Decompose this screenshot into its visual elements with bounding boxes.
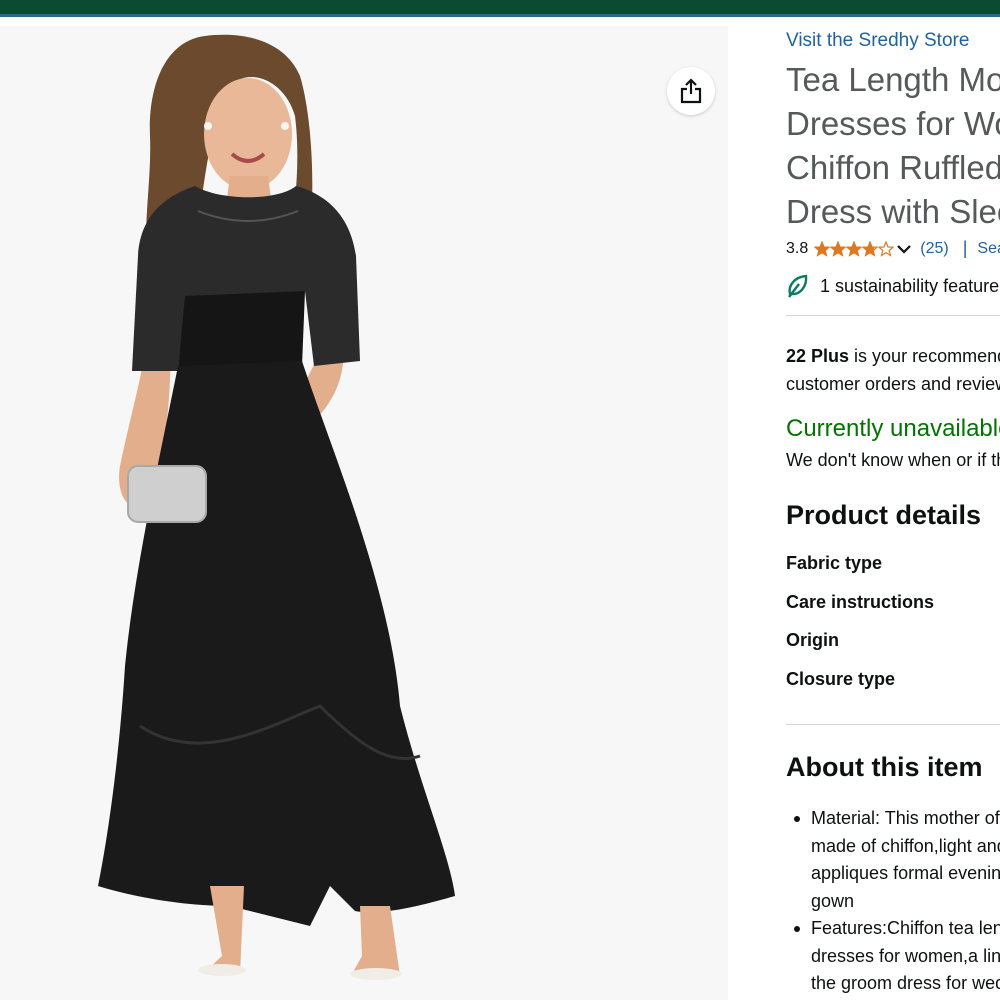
bullet-line: gown: [811, 890, 855, 911]
earring-right: [281, 122, 289, 130]
bullet-line: dresses for women,a line mother of: [811, 945, 1000, 966]
product-details-heading: Product details: [786, 500, 982, 530]
bullet-line: appliques formal evening dresses a line: [811, 863, 1000, 883]
top-nav-underline: [0, 14, 1000, 17]
model-right-leg: [352, 906, 400, 976]
product-title: Tea Length Mother of the Bride Dresses f…: [786, 58, 1000, 234]
star-icon: [862, 240, 879, 257]
product-title-line: Dress with Sleeves: [786, 193, 1000, 230]
earring-left: [204, 122, 212, 130]
share-icon: [680, 78, 702, 104]
size-recommendation: 22 Plus is your recommended size custome…: [786, 342, 1000, 398]
star-rating[interactable]: [814, 240, 895, 257]
recommended-size: 22 Plus: [786, 346, 850, 366]
rating-value: 3.8: [786, 239, 809, 257]
clutch-bag: [127, 465, 207, 523]
product-title-line: Dresses for Women Lace: [786, 105, 1000, 142]
leaf-icon: [786, 274, 808, 298]
list-item: Features:Chiffon tea length mother of th…: [786, 915, 1000, 998]
share-button[interactable]: [667, 67, 715, 115]
product-image[interactable]: [0, 26, 728, 1000]
model-face: [204, 78, 292, 190]
bullet-line: Material: This mother of the bride dress…: [811, 808, 1000, 828]
availability-status: Currently unavailable.: [786, 415, 1000, 442]
detail-label-fabric-type: Fabric type: [786, 553, 883, 573]
star-icon: [830, 240, 847, 257]
product-title-line: Chiffon Ruffled Formal Evening: [786, 149, 1000, 186]
visit-store-link[interactable]: Visit the Sredhy Store: [786, 30, 969, 52]
rating-row: 3.8 (25) | Search this page: [786, 238, 1000, 259]
bullet-line: Features:Chiffon tea length mother of th…: [811, 918, 1000, 938]
recommendation-text-line2: customer orders and reviews: [786, 374, 1000, 394]
detail-label-origin: Origin: [786, 630, 839, 651]
left-shoe: [198, 964, 246, 976]
dress-waist: [178, 291, 305, 371]
divider: [786, 724, 1000, 725]
rating-count-link[interactable]: (25): [920, 240, 948, 258]
product-details-list: Fabric type Care instructions Origin Clo…: [786, 553, 934, 708]
product-title-line: Tea Length Mother of the Bride: [786, 61, 1000, 98]
about-item-heading: About this item: [786, 752, 983, 782]
right-shoe: [350, 968, 402, 980]
star-icon: [878, 240, 895, 257]
about-item-list: Material: This mother of the bride dress…: [786, 805, 1000, 998]
divider: [786, 315, 1000, 316]
list-item: Material: This mother of the bride dress…: [786, 805, 1000, 915]
availability-note: We don't know when or if this item will …: [786, 450, 1000, 470]
detail-label-closure-type: Closure type: [786, 669, 896, 690]
chevron-down-icon[interactable]: [896, 243, 912, 255]
search-page-link[interactable]: Search this page: [977, 240, 1000, 258]
bullet-line: made of chiffon,light and soft with lace: [811, 835, 1000, 856]
product-info-column: Visit the Sredhy Store Tea Length Mother…: [786, 26, 1000, 1000]
top-nav-bar: [0, 0, 1000, 14]
product-image-panel[interactable]: [0, 26, 728, 1000]
rating-separator: |: [962, 238, 968, 258]
star-icon: [814, 240, 831, 257]
sustainability-label: 1 sustainability feature: [820, 275, 1000, 296]
bullet-line: the groom dress for wedding guest: [811, 973, 1000, 993]
detail-label-care-instructions: Care instructions: [786, 591, 935, 612]
sustainability-row[interactable]: 1 sustainability feature: [786, 274, 999, 298]
recommendation-text: is your recommended size: [854, 346, 1000, 366]
star-icon: [846, 240, 863, 257]
